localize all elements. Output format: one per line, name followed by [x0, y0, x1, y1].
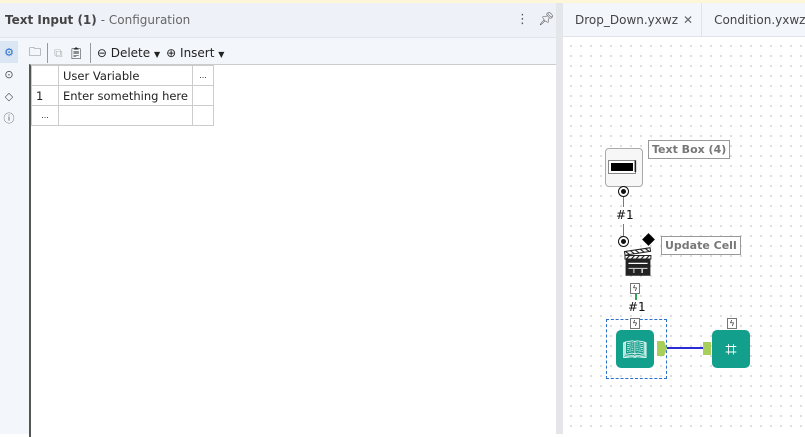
plus-circle-icon: ⊕: [166, 46, 177, 60]
divider: [47, 43, 49, 63]
tab-bar: Drop_Down.yxwz✕ Condition.yxwz✕: [563, 3, 805, 37]
delete-button[interactable]: ⊖ Delete ▼: [97, 46, 160, 60]
clapperboard-icon[interactable]: 🎬︎: [620, 248, 656, 276]
configuration-panel: Text Input (1) - Configuration ⋮ 📌︎ ⚙ ⊙ ◇…: [0, 3, 556, 437]
help-icon[interactable]: ⓘ: [0, 107, 18, 129]
table-header-row: User Variable...: [31, 65, 214, 86]
input-connector[interactable]: [703, 342, 711, 355]
row-number: 1: [31, 85, 59, 106]
workflow-canvas[interactable]: I Text Box (4) #1 🎬︎ Update Cell ϟ #1 ϟ …: [563, 38, 805, 434]
panel-header: Text Input (1) - Configuration ⋮ 📌︎: [0, 3, 556, 38]
side-icon-bar: ⚙ ⊙ ◇ ⓘ: [0, 41, 18, 129]
lightning-icon[interactable]: ϟ: [630, 283, 640, 294]
book-tool-icon[interactable]: 📖︎: [616, 330, 654, 368]
connection-line: [623, 224, 624, 236]
more-options-icon[interactable]: ⋮: [516, 12, 529, 27]
copy-icon[interactable]: ⧉: [54, 46, 63, 61]
config-toolbar: 🗀 ⧉ 📋︎ ⊖ Delete ▼ ⊕ Insert ▼: [29, 41, 224, 65]
tag-icon[interactable]: ◇: [0, 85, 18, 107]
lightning-icon[interactable]: ϟ: [727, 318, 737, 329]
add-row-button[interactable]: ...: [31, 105, 59, 126]
update-cell-label: Update Cell: [661, 236, 741, 255]
pin-icon[interactable]: 📌︎: [538, 12, 555, 27]
connection-label: #1: [628, 300, 646, 314]
splitter[interactable]: [556, 3, 563, 434]
connection-line: [623, 197, 624, 207]
clipboard-icon[interactable]: 📋︎: [69, 46, 84, 60]
lightning-icon[interactable]: ϟ: [630, 318, 640, 329]
connection-label: #1: [616, 208, 634, 222]
workflow-area: Drop_Down.yxwz✕ Condition.yxwz✕ I Text B…: [563, 3, 805, 434]
text-box-tool[interactable]: I: [605, 148, 643, 187]
textbox-icon: [609, 161, 635, 173]
cursor-icon: I: [633, 157, 638, 176]
table-row: 1 Enter something here: [31, 85, 214, 106]
data-grid: User Variable... 1 Enter something here .…: [29, 64, 556, 437]
tab-drop-down[interactable]: Drop_Down.yxwz ✕: [563, 3, 703, 36]
gear-icon[interactable]: ⚙: [0, 41, 18, 63]
new-row: ...: [31, 105, 214, 126]
arrow-circle-icon[interactable]: ⊙: [0, 63, 18, 85]
add-column-button[interactable]: ...: [191, 65, 214, 86]
close-icon[interactable]: ✕: [683, 13, 693, 27]
minus-circle-icon: ⊖: [96, 46, 107, 60]
divider: [89, 43, 91, 63]
text-box-label: Text Box (4): [648, 140, 731, 159]
tab-condition[interactable]: Condition.yxwz✕: [702, 3, 805, 36]
panel-title: Text Input (1) - Configuration: [5, 13, 191, 27]
binoculars-tool-icon[interactable]: ⌗: [712, 330, 750, 368]
connection-line: [667, 347, 704, 349]
cell[interactable]: Enter something here: [58, 85, 193, 106]
column-header[interactable]: User Variable: [58, 65, 193, 86]
question-anchor[interactable]: [619, 187, 628, 196]
diamond-icon: [642, 233, 655, 246]
folder-icon[interactable]: 🗀: [29, 43, 41, 64]
insert-button[interactable]: ⊕ Insert ▼: [166, 46, 224, 60]
